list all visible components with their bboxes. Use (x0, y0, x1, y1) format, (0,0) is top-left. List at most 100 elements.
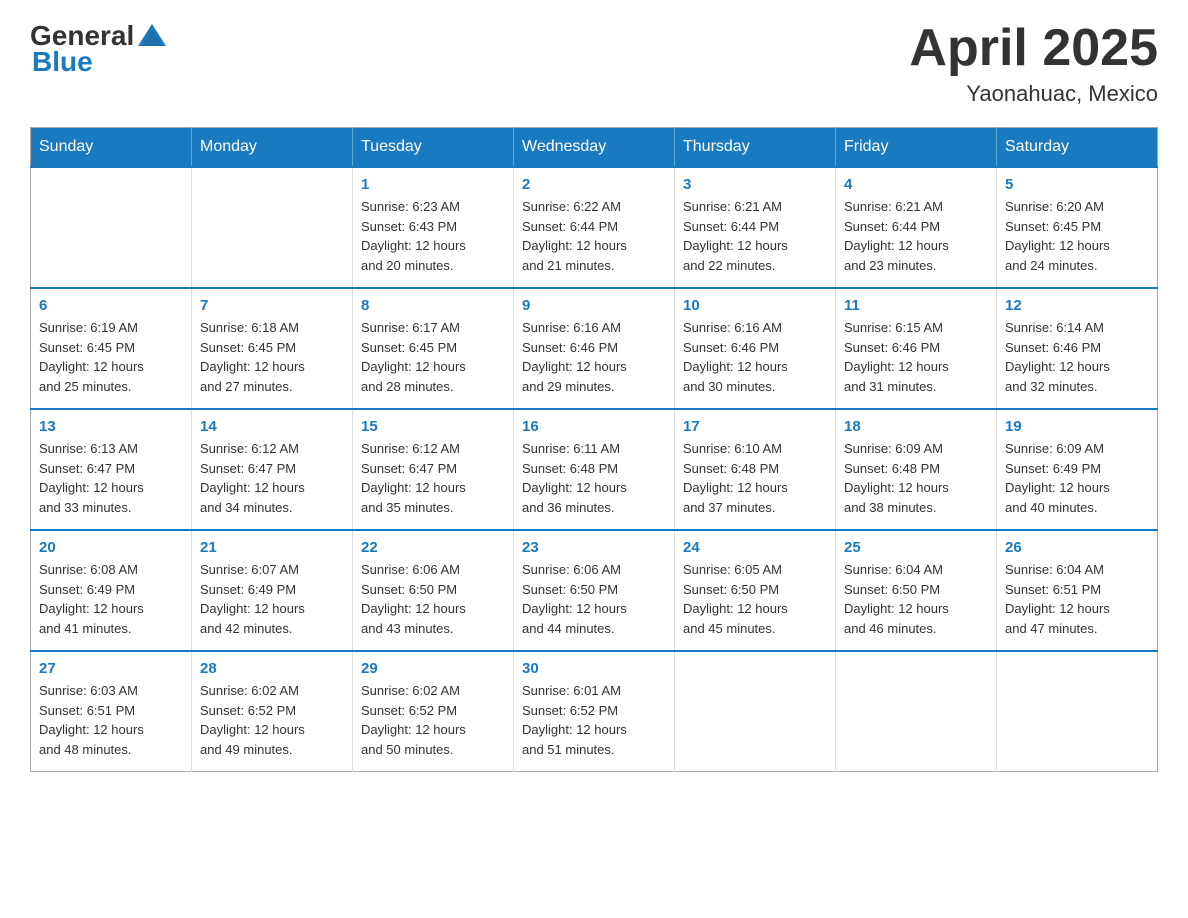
day-number: 14 (200, 418, 344, 435)
day-info: Sunrise: 6:06 AMSunset: 6:50 PMDaylight:… (361, 560, 505, 638)
table-row (997, 651, 1158, 772)
table-row: 9Sunrise: 6:16 AMSunset: 6:46 PMDaylight… (514, 288, 675, 409)
day-number: 28 (200, 660, 344, 677)
col-thursday: Thursday (675, 128, 836, 168)
table-row: 30 Sunrise: 6:01 AMSunset: 6:52 PMDayligh… (514, 651, 675, 772)
day-info: Sunrise: 6:01 AMSunset: 6:52 PMDaylight:… (522, 681, 666, 759)
day-number: 25 (844, 539, 988, 556)
day-info: Sunrise: 6:17 AMSunset: 6:45 PMDaylight:… (361, 318, 505, 396)
day-number: 21 (200, 539, 344, 556)
day-info: Sunrise: 6:20 AMSunset: 6:45 PMDaylight:… (1005, 197, 1149, 275)
day-info: Sunrise: 6:22 AMSunset: 6:44 PMDaylight:… (522, 197, 666, 275)
table-row: 3Sunrise: 6:21 AMSunset: 6:44 PMDaylight… (675, 167, 836, 288)
logo-blue-text: Blue (32, 46, 93, 78)
table-row: 21 Sunrise: 6:07 AMSunset: 6:49 PMDayligh… (192, 530, 353, 651)
day-number: 23 (522, 539, 666, 556)
logo: General Blue (30, 20, 170, 78)
day-number: 15 (361, 418, 505, 435)
logo-icon (136, 20, 168, 52)
calendar-table: Sunday Monday Tuesday Wednesday Thursday… (30, 127, 1158, 772)
table-row: 18 Sunrise: 6:09 AMSunset: 6:48 PMDayligh… (836, 409, 997, 530)
day-number: 30 (522, 660, 666, 677)
table-row: 26Sunrise: 6:04 AMSunset: 6:51 PMDayligh… (997, 530, 1158, 651)
day-number: 27 (39, 660, 183, 677)
day-number: 13 (39, 418, 183, 435)
day-number: 2 (522, 176, 666, 193)
day-info: Sunrise: 6:02 AMSunset: 6:52 PMDaylight:… (361, 681, 505, 759)
day-number: 22 (361, 539, 505, 556)
calendar-week-1: 1Sunrise: 6:23 AMSunset: 6:43 PMDaylight… (31, 167, 1158, 288)
day-info: Sunrise: 6:03 AMSunset: 6:51 PMDaylight:… (39, 681, 183, 759)
calendar-header-row: Sunday Monday Tuesday Wednesday Thursday… (31, 128, 1158, 168)
day-number: 4 (844, 176, 988, 193)
table-row: 23 Sunrise: 6:06 AMSunset: 6:50 PMDayligh… (514, 530, 675, 651)
day-info: Sunrise: 6:09 AMSunset: 6:48 PMDaylight:… (844, 439, 988, 517)
col-tuesday: Tuesday (353, 128, 514, 168)
table-row: 6 Sunrise: 6:19 AMSunset: 6:45 PMDaylight… (31, 288, 192, 409)
day-number: 8 (361, 297, 505, 314)
table-row: 24Sunrise: 6:05 AMSunset: 6:50 PMDayligh… (675, 530, 836, 651)
table-row: 14 Sunrise: 6:12 AMSunset: 6:47 PMDayligh… (192, 409, 353, 530)
day-info: Sunrise: 6:16 AMSunset: 6:46 PMDaylight:… (522, 318, 666, 396)
day-number: 5 (1005, 176, 1149, 193)
calendar-title: April 2025 (909, 20, 1158, 77)
table-row: 17 Sunrise: 6:10 AMSunset: 6:48 PMDayligh… (675, 409, 836, 530)
day-info: Sunrise: 6:06 AMSunset: 6:50 PMDaylight:… (522, 560, 666, 638)
day-info: Sunrise: 6:07 AMSunset: 6:49 PMDaylight:… (200, 560, 344, 638)
table-row (31, 167, 192, 288)
day-number: 20 (39, 539, 183, 556)
day-info: Sunrise: 6:12 AMSunset: 6:47 PMDaylight:… (361, 439, 505, 517)
table-row: 5 Sunrise: 6:20 AMSunset: 6:45 PMDaylight… (997, 167, 1158, 288)
table-row (675, 651, 836, 772)
day-number: 16 (522, 418, 666, 435)
table-row: 29 Sunrise: 6:02 AMSunset: 6:52 PMDayligh… (353, 651, 514, 772)
calendar-week-4: 20 Sunrise: 6:08 AMSunset: 6:49 PMDayligh… (31, 530, 1158, 651)
day-number: 17 (683, 418, 827, 435)
calendar-week-5: 27 Sunrise: 6:03 AMSunset: 6:51 PMDayligh… (31, 651, 1158, 772)
col-monday: Monday (192, 128, 353, 168)
day-info: Sunrise: 6:21 AMSunset: 6:44 PMDaylight:… (844, 197, 988, 275)
table-row: 4 Sunrise: 6:21 AMSunset: 6:44 PMDaylight… (836, 167, 997, 288)
day-number: 1 (361, 176, 505, 193)
day-info: Sunrise: 6:15 AMSunset: 6:46 PMDaylight:… (844, 318, 988, 396)
day-number: 18 (844, 418, 988, 435)
day-info: Sunrise: 6:05 AMSunset: 6:50 PMDaylight:… (683, 560, 827, 638)
table-row: 13Sunrise: 6:13 AMSunset: 6:47 PMDayligh… (31, 409, 192, 530)
day-info: Sunrise: 6:18 AMSunset: 6:45 PMDaylight:… (200, 318, 344, 396)
day-info: Sunrise: 6:12 AMSunset: 6:47 PMDaylight:… (200, 439, 344, 517)
day-info: Sunrise: 6:10 AMSunset: 6:48 PMDaylight:… (683, 439, 827, 517)
table-row: 25 Sunrise: 6:04 AMSunset: 6:50 PMDayligh… (836, 530, 997, 651)
table-row: 12Sunrise: 6:14 AMSunset: 6:46 PMDayligh… (997, 288, 1158, 409)
page-header: General Blue April 2025 Yaonahuac, Mexic… (30, 20, 1158, 107)
table-row (836, 651, 997, 772)
day-number: 29 (361, 660, 505, 677)
table-row: 27 Sunrise: 6:03 AMSunset: 6:51 PMDayligh… (31, 651, 192, 772)
day-info: Sunrise: 6:21 AMSunset: 6:44 PMDaylight:… (683, 197, 827, 275)
day-info: Sunrise: 6:19 AMSunset: 6:45 PMDaylight:… (39, 318, 183, 396)
day-info: Sunrise: 6:04 AMSunset: 6:50 PMDaylight:… (844, 560, 988, 638)
table-row: 15 Sunrise: 6:12 AMSunset: 6:47 PMDayligh… (353, 409, 514, 530)
table-row: 11 Sunrise: 6:15 AMSunset: 6:46 PMDayligh… (836, 288, 997, 409)
table-row: 28 Sunrise: 6:02 AMSunset: 6:52 PMDayligh… (192, 651, 353, 772)
title-block: April 2025 Yaonahuac, Mexico (909, 20, 1158, 107)
day-info: Sunrise: 6:09 AMSunset: 6:49 PMDaylight:… (1005, 439, 1149, 517)
table-row: 16Sunrise: 6:11 AMSunset: 6:48 PMDayligh… (514, 409, 675, 530)
day-number: 19 (1005, 418, 1149, 435)
table-row: 22 Sunrise: 6:06 AMSunset: 6:50 PMDayligh… (353, 530, 514, 651)
day-number: 6 (39, 297, 183, 314)
day-info: Sunrise: 6:08 AMSunset: 6:49 PMDaylight:… (39, 560, 183, 638)
table-row: 19 Sunrise: 6:09 AMSunset: 6:49 PMDayligh… (997, 409, 1158, 530)
day-number: 10 (683, 297, 827, 314)
day-number: 7 (200, 297, 344, 314)
calendar-subtitle: Yaonahuac, Mexico (909, 81, 1158, 107)
day-number: 12 (1005, 297, 1149, 314)
table-row (192, 167, 353, 288)
table-row: 2 Sunrise: 6:22 AMSunset: 6:44 PMDaylight… (514, 167, 675, 288)
day-info: Sunrise: 6:02 AMSunset: 6:52 PMDaylight:… (200, 681, 344, 759)
table-row: 7 Sunrise: 6:18 AMSunset: 6:45 PMDaylight… (192, 288, 353, 409)
day-number: 11 (844, 297, 988, 314)
table-row: 10Sunrise: 6:16 AMSunset: 6:46 PMDayligh… (675, 288, 836, 409)
table-row: 1Sunrise: 6:23 AMSunset: 6:43 PMDaylight… (353, 167, 514, 288)
table-row: 20 Sunrise: 6:08 AMSunset: 6:49 PMDayligh… (31, 530, 192, 651)
col-friday: Friday (836, 128, 997, 168)
